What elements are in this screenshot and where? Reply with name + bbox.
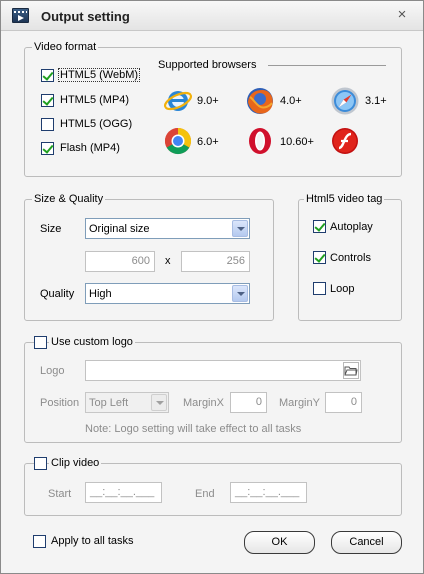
clip-video-label[interactable]: Clip video [49, 457, 102, 470]
close-icon[interactable]: × [395, 7, 409, 22]
chevron-down-icon[interactable] [232, 285, 248, 302]
webm-label[interactable]: HTML5 (WebM) [58, 68, 141, 82]
position-value: Top Left [89, 397, 129, 409]
firefox-icon [247, 88, 273, 114]
cancel-button[interactable]: Cancel [331, 531, 402, 554]
supported-browsers-title: Supported browsers [158, 59, 257, 71]
browsers-divider [268, 65, 386, 66]
opera-icon [249, 128, 271, 154]
end-time-input[interactable]: __:__:__.___ [230, 482, 307, 503]
folder-icon [344, 366, 358, 376]
size-quality-label: Size & Quality [32, 193, 106, 206]
use-custom-logo-label[interactable]: Use custom logo [49, 336, 135, 349]
autoplay-label[interactable]: Autoplay [330, 221, 373, 233]
title-bar: Output setting × [1, 1, 423, 31]
ogg-checkbox[interactable] [41, 118, 54, 131]
browse-folder-button[interactable] [343, 362, 359, 379]
safari-icon [331, 87, 359, 115]
dimension-separator: x [165, 255, 171, 267]
position-label: Position [40, 397, 80, 409]
apply-to-all-label[interactable]: Apply to all tasks [51, 535, 134, 547]
logo-note: Note: Logo setting will take effect to a… [85, 423, 302, 435]
marginx-input[interactable]: 0 [230, 392, 267, 413]
chrome-icon [164, 127, 192, 155]
controls-checkbox[interactable] [313, 251, 326, 264]
opera-version: 10.60+ [280, 136, 314, 148]
logo-label: Logo [40, 365, 65, 377]
quality-label: Quality [40, 288, 75, 300]
chevron-down-icon[interactable] [151, 394, 167, 411]
size-select[interactable]: Original size [85, 218, 250, 239]
internet-explorer-icon [163, 91, 193, 111]
firefox-version: 4.0+ [280, 95, 302, 107]
marginy-input[interactable]: 0 [325, 392, 362, 413]
flash-mp4-checkbox[interactable] [41, 142, 54, 155]
clip-video-group: Clip video Start __:__:__.___ End __:__:… [24, 457, 402, 516]
use-custom-logo-checkbox[interactable] [34, 336, 47, 349]
flash-player-icon [332, 128, 358, 154]
safari-version: 3.1+ [365, 95, 387, 107]
start-time-input[interactable]: __:__:__.___ [85, 482, 162, 503]
video-format-label: Video format [32, 41, 99, 54]
controls-label[interactable]: Controls [330, 252, 371, 264]
loop-checkbox[interactable] [313, 282, 326, 295]
flash-mp4-label[interactable]: Flash (MP4) [60, 142, 120, 154]
quality-select[interactable]: High [85, 283, 250, 304]
end-label: End [195, 488, 215, 500]
start-label: Start [48, 488, 72, 500]
autoplay-checkbox[interactable] [313, 220, 326, 233]
size-label: Size [40, 223, 62, 235]
html5-video-tag-label: Html5 video tag [304, 193, 385, 206]
ie-version: 9.0+ [197, 95, 219, 107]
quality-value: High [89, 288, 112, 300]
size-value: Original size [89, 223, 150, 235]
marginy-label: MarginY [279, 397, 320, 409]
mp4-label[interactable]: HTML5 (MP4) [60, 94, 129, 106]
ogg-label[interactable]: HTML5 (OGG) [60, 118, 132, 130]
width-input[interactable]: 600 [85, 251, 155, 272]
chevron-down-icon[interactable] [232, 220, 248, 237]
ok-button[interactable]: OK [244, 531, 315, 554]
mp4-checkbox[interactable] [41, 94, 54, 107]
chrome-version: 6.0+ [197, 136, 219, 148]
apply-to-all-checkbox[interactable] [33, 535, 46, 548]
webm-checkbox[interactable] [41, 69, 54, 82]
dialog-title: Output setting [41, 9, 130, 24]
size-quality-group: Size & Quality Size Original size 600 x … [24, 193, 274, 321]
custom-logo-group: Use custom logo Logo Position Top Left M… [24, 336, 402, 443]
loop-label[interactable]: Loop [330, 283, 354, 295]
clip-video-checkbox[interactable] [34, 457, 47, 470]
logo-path-input[interactable] [85, 360, 361, 381]
video-clapper-icon [12, 8, 29, 23]
video-format-group: Video format HTML5 (WebM) HTML5 (MP4) HT… [24, 41, 402, 177]
height-input[interactable]: 256 [181, 251, 250, 272]
position-select[interactable]: Top Left [85, 392, 169, 413]
marginx-label: MarginX [183, 397, 224, 409]
output-setting-dialog: Output setting × Video format HTML5 (Web… [0, 0, 424, 574]
html5-video-tag-group: Html5 video tag Autoplay Controls Loop [298, 193, 402, 321]
